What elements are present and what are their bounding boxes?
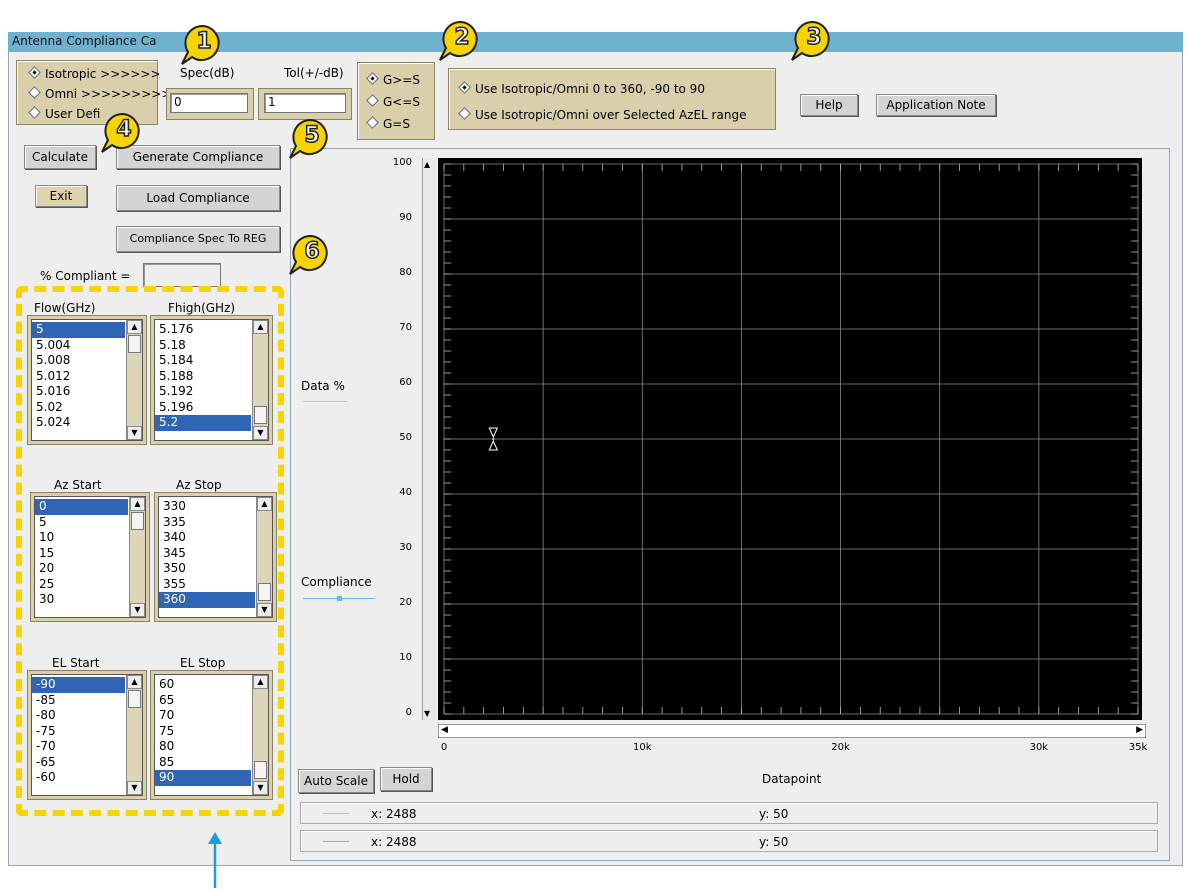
legend-compliance-marker-icon bbox=[337, 596, 342, 601]
callout-number: 4 bbox=[116, 116, 133, 143]
radio-icon bbox=[458, 107, 471, 120]
radio-full-range[interactable]: Use Isotropic/Omni 0 to 360, -90 to 90 bbox=[458, 81, 705, 96]
readout-x: x: 2488 bbox=[371, 807, 417, 821]
radio-user-defined[interactable]: User Defi bbox=[28, 106, 101, 121]
application-note-button[interactable]: Application Note bbox=[876, 94, 996, 116]
callout-number: 3 bbox=[806, 24, 823, 51]
y-tick-label: 30 bbox=[399, 542, 412, 553]
callout-badge-6: 6 bbox=[288, 232, 332, 276]
legend-data-swatch bbox=[303, 401, 347, 402]
y-tick-label: 70 bbox=[399, 322, 412, 333]
spec-label: Spec(dB) bbox=[180, 66, 235, 80]
y-tick-label: 20 bbox=[399, 597, 412, 608]
legend-data-label: Data % bbox=[301, 379, 345, 393]
scroll-down-icon[interactable]: ▼ bbox=[424, 709, 430, 718]
radio-label: Use Isotropic/Omni 0 to 360, -90 to 90 bbox=[475, 82, 705, 96]
radio-label: Use Isotropic/Omni over Selected AzEL ra… bbox=[475, 108, 747, 122]
radio-icon bbox=[28, 86, 41, 99]
callout-badge-1: 1 bbox=[180, 22, 224, 66]
compliant-value-field bbox=[143, 263, 221, 287]
auto-scale-button[interactable]: Auto Scale bbox=[298, 769, 374, 793]
tol-input[interactable]: 1 bbox=[264, 93, 346, 113]
y-tick-label: 60 bbox=[399, 377, 412, 388]
y-tick-label: 100 bbox=[392, 157, 412, 168]
radio-label: User Defi bbox=[45, 107, 101, 121]
calculate-button[interactable]: Calculate bbox=[24, 145, 96, 169]
radio-label: Isotropic >>>>>> bbox=[45, 67, 161, 81]
y-tick-label: 90 bbox=[399, 212, 412, 223]
compliance-spec-to-reg-button[interactable]: Compliance Spec To REG bbox=[116, 226, 280, 252]
x-tick-label: 10k bbox=[633, 742, 652, 753]
callout-number: 1 bbox=[196, 28, 213, 55]
radio-label: G>=S bbox=[383, 73, 421, 87]
y-tick-label: 0 bbox=[405, 707, 412, 718]
radio-g-le-s[interactable]: G<=S bbox=[366, 94, 421, 109]
scroll-up-icon[interactable]: ▲ bbox=[424, 160, 430, 169]
callout-number: 2 bbox=[454, 24, 471, 51]
radio-selected-range[interactable]: Use Isotropic/Omni over Selected AzEL ra… bbox=[458, 107, 747, 122]
window-title: Antenna Compliance Ca bbox=[12, 34, 157, 48]
radio-label: Omni >>>>>>>>> bbox=[45, 87, 172, 101]
cursor-marker bbox=[488, 427, 499, 439]
hold-button[interactable]: Hold bbox=[380, 767, 432, 791]
help-button[interactable]: Help bbox=[800, 94, 858, 116]
x-axis-scrollbar[interactable]: ◀ ▶ bbox=[438, 724, 1146, 738]
radio-selected-icon bbox=[458, 81, 471, 94]
callout-number: 5 bbox=[304, 122, 321, 149]
callout-badge-2: 2 bbox=[438, 18, 482, 62]
readout-y: y: 50 bbox=[759, 807, 789, 821]
callout-number: 6 bbox=[304, 238, 321, 265]
load-compliance-button[interactable]: Load Compliance bbox=[116, 185, 280, 211]
radio-icon bbox=[366, 116, 379, 129]
radio-isotropic[interactable]: Isotropic >>>>>> bbox=[28, 66, 161, 81]
y-tick-label: 50 bbox=[399, 432, 412, 443]
radio-g-ge-s[interactable]: G>=S bbox=[366, 72, 421, 87]
x-tick-label: 30k bbox=[1029, 742, 1049, 753]
readout-x: x: 2488 bbox=[371, 835, 417, 849]
x-tick-label: 35k bbox=[1128, 742, 1148, 753]
spec-input[interactable]: 0 bbox=[170, 93, 248, 113]
radio-selected-icon bbox=[366, 72, 379, 85]
exit-button[interactable]: Exit bbox=[35, 185, 87, 207]
readout-y: y: 50 bbox=[759, 835, 789, 849]
radio-g-eq-s[interactable]: G=S bbox=[366, 116, 410, 131]
y-tick-label: 10 bbox=[399, 652, 412, 663]
list-highlight-box bbox=[16, 286, 284, 816]
y-axis-scrollbar[interactable]: ▲ ▼ bbox=[422, 158, 436, 720]
cursor-readout-compliance: x: 2488 y: 50 bbox=[300, 830, 1158, 852]
y-tick-label: 80 bbox=[399, 267, 412, 278]
x-tick-label: 0 bbox=[440, 742, 448, 753]
x-tick-label: 20k bbox=[831, 742, 850, 753]
data-point bbox=[492, 437, 495, 441]
scroll-right-icon[interactable]: ▶ bbox=[1136, 725, 1143, 735]
tol-label: Tol(+/-dB) bbox=[284, 66, 344, 80]
y-tick-label: 40 bbox=[399, 487, 412, 498]
callout-badge-4: 4 bbox=[100, 110, 144, 154]
scroll-left-icon[interactable]: ◀ bbox=[441, 725, 448, 735]
radio-omni[interactable]: Omni >>>>>>>>> bbox=[28, 86, 172, 101]
radio-icon bbox=[28, 106, 41, 119]
plot-area[interactable] bbox=[438, 158, 1142, 720]
compliant-label: % Compliant = bbox=[40, 269, 131, 283]
readout-data-swatch bbox=[323, 813, 349, 814]
readout-compliance-swatch bbox=[323, 841, 349, 842]
cursor-readout-data: x: 2488 y: 50 bbox=[300, 802, 1158, 824]
radio-selected-icon bbox=[28, 66, 41, 79]
legend-compliance-label: Compliance bbox=[301, 575, 372, 589]
radio-icon bbox=[366, 94, 379, 107]
callout-badge-5: 5 bbox=[288, 116, 332, 160]
radio-label: G=S bbox=[383, 117, 410, 131]
radio-label: G<=S bbox=[383, 95, 421, 109]
callout-badge-3: 3 bbox=[790, 18, 834, 62]
pointer-arrow-icon bbox=[208, 832, 222, 888]
x-axis-title: Datapoint bbox=[762, 772, 822, 786]
cursor-marker bbox=[488, 439, 499, 451]
